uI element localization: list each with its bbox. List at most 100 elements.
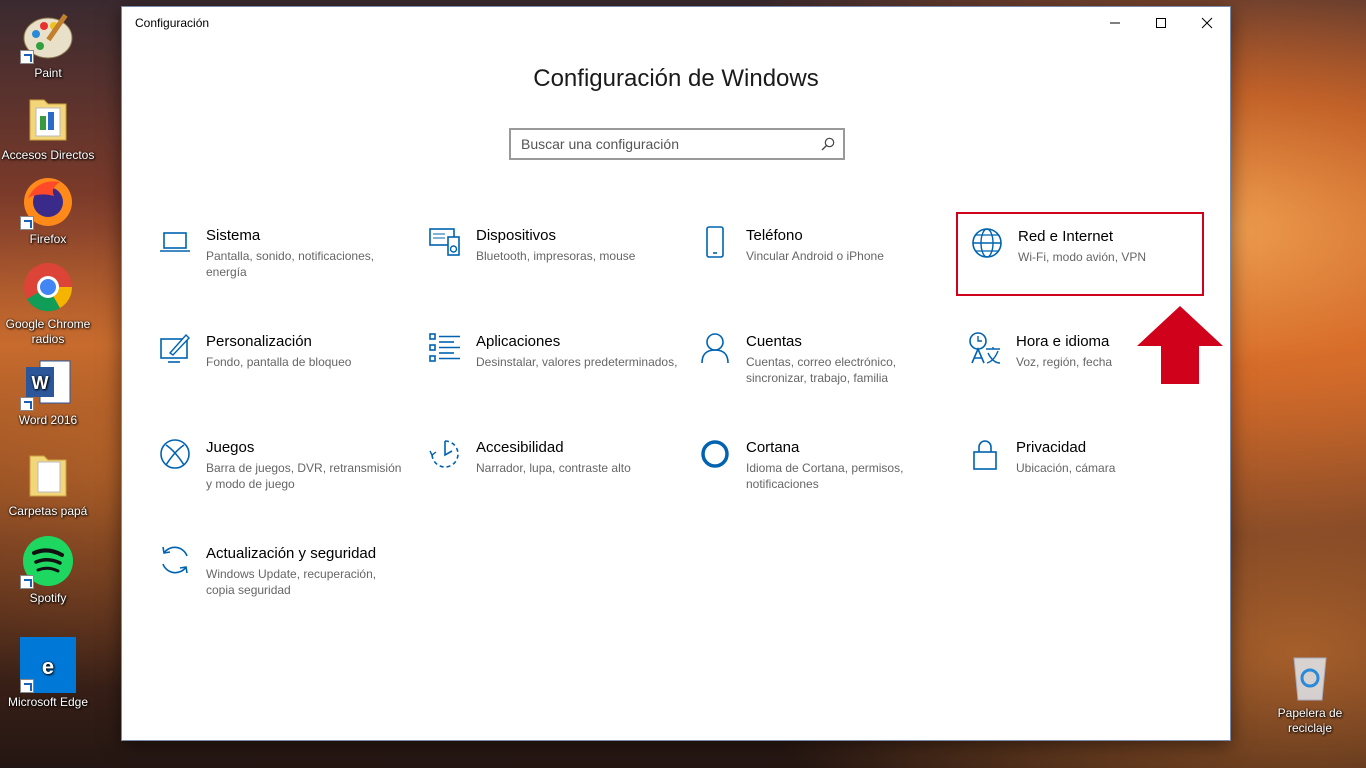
- paint-icon: [20, 8, 76, 64]
- annotation-arrow-up-icon: [1137, 306, 1223, 384]
- window-controls: [1092, 7, 1230, 39]
- tile-title: Red e Internet: [1018, 228, 1114, 245]
- spotify-icon: [20, 533, 76, 589]
- maximize-icon: [1156, 18, 1166, 28]
- desktop-icon-carpetas[interactable]: Carpetas papá: [0, 446, 96, 519]
- tile-actualizacion-y-seguridad[interactable]: Actualización y seguridad Windows Update…: [158, 543, 408, 633]
- tile-description: Windows Update, recuperación, copia segu…: [206, 567, 377, 597]
- close-icon: [1201, 17, 1213, 29]
- tile-red-e-internet[interactable]: Red e Internet Wi-Fi, modo avión, VPN: [956, 212, 1204, 296]
- tile-title: Teléfono: [746, 227, 803, 244]
- tile-title: Cuentas: [746, 333, 802, 350]
- desktop-icon-label: Papelera de reciclaje: [1277, 706, 1343, 735]
- tile-title: Aplicaciones: [476, 333, 561, 350]
- tile-title: Actualización y seguridad: [206, 545, 377, 562]
- apps-list-icon: [428, 331, 468, 371]
- update-icon: [158, 543, 198, 583]
- tile-aplicaciones[interactable]: Aplicaciones Desinstalar, valores predet…: [428, 331, 678, 421]
- minimize-button[interactable]: [1092, 7, 1138, 39]
- desktop-icon-accesos-directos[interactable]: Accesos Directos: [0, 90, 96, 163]
- tile-description: Pantalla, sonido, notificaciones, energí…: [206, 249, 375, 279]
- desktop-icon-label: Word 2016: [18, 413, 78, 427]
- desktop-icon-label: Spotify: [29, 591, 67, 605]
- folder-icon: [20, 90, 76, 146]
- tile-title: Personalización: [206, 333, 312, 350]
- firefox-icon: [20, 174, 76, 230]
- shortcut-arrow-icon: [20, 679, 34, 693]
- shortcut-arrow-icon: [20, 575, 34, 589]
- window-title: Configuración: [135, 16, 210, 30]
- shortcut-arrow-icon: [20, 50, 34, 64]
- tile-dispositivos[interactable]: Dispositivos Bluetooth, impresoras, mous…: [428, 225, 678, 315]
- desktop-icon-word[interactable]: W Word 2016: [0, 355, 96, 428]
- page-title: Configuración de Windows: [533, 65, 819, 92]
- tile-description: Desinstalar, valores predeterminados,: [476, 355, 678, 369]
- desktop-icon-label: Microsoft Edge: [7, 695, 89, 709]
- svg-text:W: W: [32, 373, 49, 393]
- tile-title: Privacidad: [1016, 439, 1087, 456]
- maximize-button[interactable]: [1138, 7, 1184, 39]
- tile-title: Hora e idioma: [1016, 333, 1110, 350]
- tile-accesibilidad[interactable]: Accesibilidad Narrador, lupa, contraste …: [428, 437, 678, 527]
- desktop-icon-label: Accesos Directos: [1, 148, 95, 162]
- person-icon: [698, 331, 738, 371]
- desktop-icon-recycle-bin[interactable]: Papelera de reciclaje: [1262, 648, 1358, 736]
- word-icon: W: [20, 355, 76, 411]
- svg-text:e: e: [42, 654, 54, 679]
- search-input[interactable]: [511, 130, 813, 158]
- personalization-icon: [158, 331, 198, 371]
- tile-description: Vincular Android o iPhone: [746, 249, 884, 263]
- chrome-icon: [20, 259, 76, 315]
- desktop-icon-firefox[interactable]: Firefox: [0, 174, 96, 247]
- cortana-icon: [698, 437, 738, 477]
- tile-description: Fondo, pantalla de bloqueo: [206, 355, 352, 369]
- devices-icon: [428, 225, 468, 265]
- tile-description: Cuentas, correo electrónico, sincronizar…: [746, 355, 897, 385]
- tile-title: Juegos: [206, 439, 255, 456]
- tile-description: Bluetooth, impresoras, mouse: [476, 249, 636, 263]
- desktop-icon-label: Firefox: [29, 232, 67, 246]
- close-button[interactable]: [1184, 7, 1230, 39]
- tile-privacidad[interactable]: Privacidad Ubicación, cámara: [968, 437, 1218, 527]
- edge-icon: e: [20, 637, 76, 693]
- search-box[interactable]: [509, 128, 845, 160]
- phone-icon: [698, 225, 738, 265]
- tile-title: Accesibilidad: [476, 439, 564, 456]
- globe-icon: [970, 226, 1010, 266]
- tile-cuentas[interactable]: Cuentas Cuentas, correo electrónico, sin…: [698, 331, 948, 421]
- tile-sistema[interactable]: Sistema Pantalla, sonido, notificaciones…: [158, 225, 408, 315]
- shortcut-arrow-icon: [20, 397, 34, 411]
- desktop-icon-label: Google Chrome radios: [5, 317, 91, 346]
- minimize-icon: [1110, 22, 1120, 24]
- tile-title: Sistema: [206, 227, 261, 244]
- accessibility-icon: [428, 437, 468, 477]
- title-bar[interactable]: Configuración: [122, 7, 1230, 39]
- desktop-icon-edge[interactable]: e Microsoft Edge: [0, 637, 96, 710]
- tile-description: Ubicación, cámara: [1016, 461, 1116, 475]
- shortcut-arrow-icon: [20, 216, 34, 230]
- tile-description: Barra de juegos, DVR, retransmisión y mo…: [206, 461, 402, 491]
- tile-title: Cortana: [746, 439, 800, 456]
- tile-description: Idioma de Cortana, permisos, notificacio…: [746, 461, 904, 491]
- tile-description: Narrador, lupa, contraste alto: [476, 461, 631, 475]
- desktop-icon-label: Paint: [34, 66, 62, 80]
- time-language-icon: [968, 331, 1008, 371]
- desktop-icon-spotify[interactable]: Spotify: [0, 533, 96, 606]
- settings-window: Configuración Configuración de Windows B…: [121, 6, 1231, 741]
- desktop-icon-chrome[interactable]: Google Chrome radios: [0, 259, 96, 347]
- laptop-icon: [158, 225, 198, 265]
- tile-cortana[interactable]: Cortana Idioma de Cortana, permisos, not…: [698, 437, 948, 527]
- tile-telefono[interactable]: Teléfono Vincular Android o iPhone: [698, 225, 948, 315]
- lock-icon: [968, 437, 1008, 477]
- tile-title: Dispositivos: [476, 227, 557, 244]
- tile-description: Voz, región, fecha: [1016, 355, 1113, 369]
- recycle-bin-icon: [1282, 648, 1338, 704]
- search-icon[interactable]: [813, 137, 843, 151]
- tile-juegos[interactable]: Juegos Barra de juegos, DVR, retransmisi…: [158, 437, 408, 527]
- folder-icon: [20, 446, 76, 502]
- tile-personalizacion[interactable]: Personalización Fondo, pantalla de bloqu…: [158, 331, 408, 421]
- tile-description: Wi-Fi, modo avión, VPN: [1018, 250, 1147, 264]
- desktop-icon-paint[interactable]: Paint: [0, 8, 96, 81]
- xbox-icon: [158, 437, 198, 477]
- desktop-icon-label: Carpetas papá: [8, 504, 88, 518]
